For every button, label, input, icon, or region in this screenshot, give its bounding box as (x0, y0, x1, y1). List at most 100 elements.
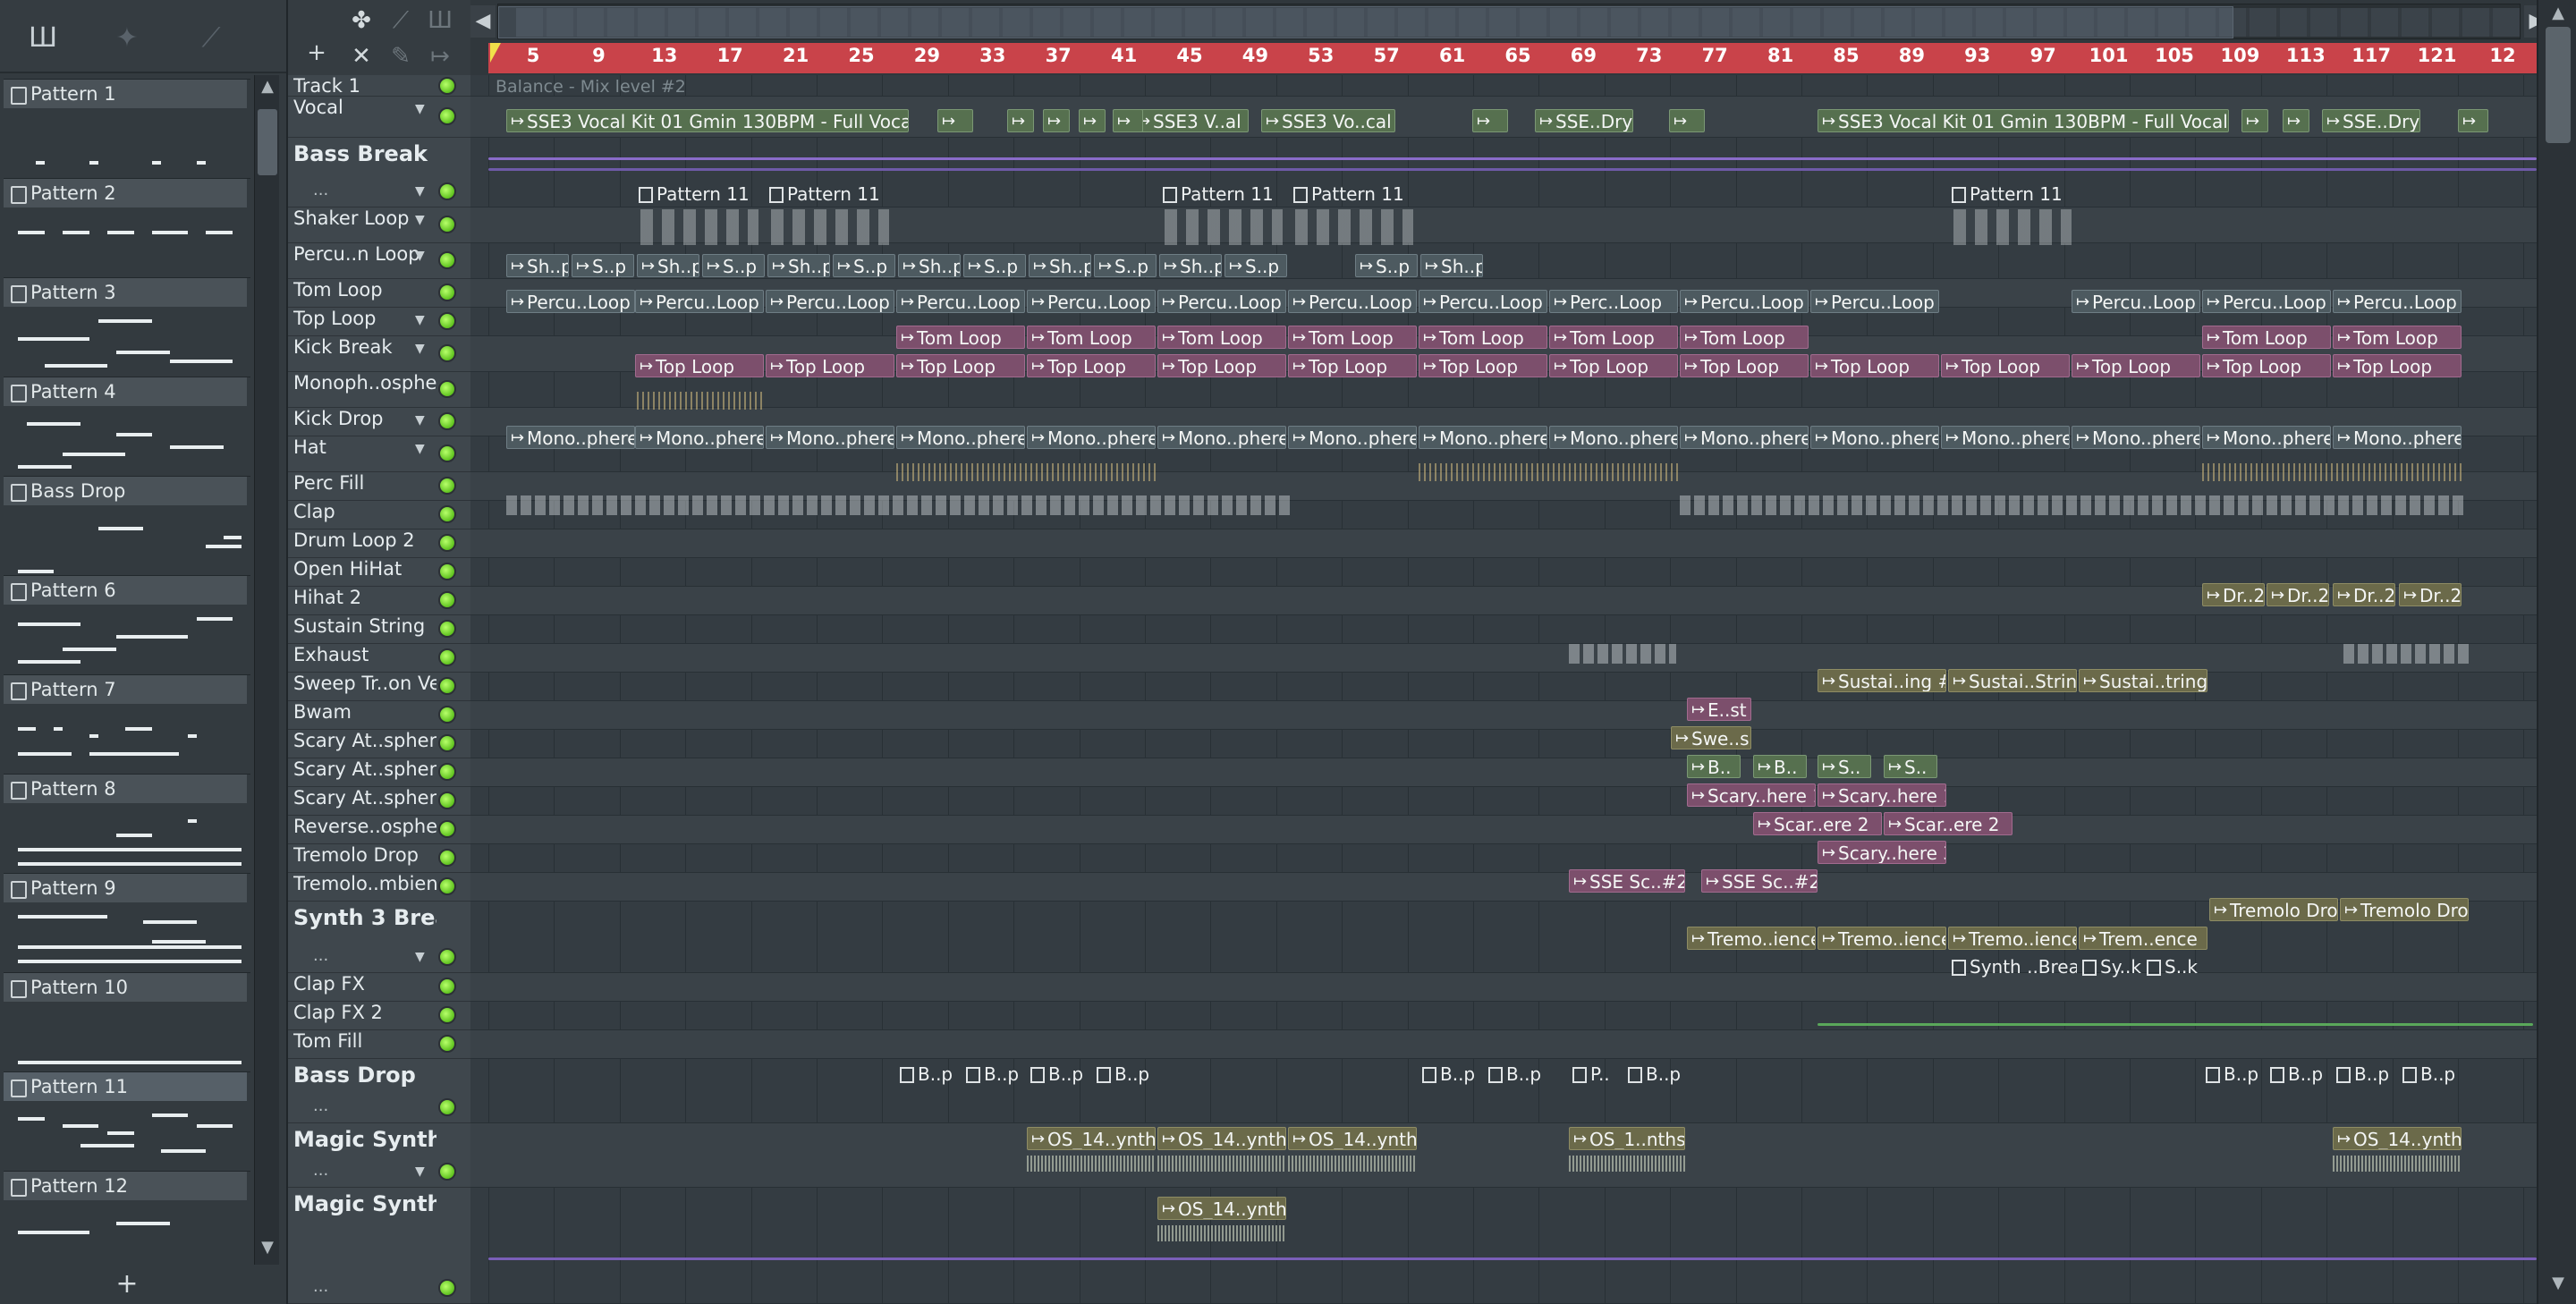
playlist-clip[interactable]: B.. (1687, 755, 1741, 778)
pattern-item[interactable]: Pattern 8 (4, 774, 250, 874)
playlist-clip[interactable]: SSE3 Vocal Kit 01 Gmin 130BPM - Full Voc… (1818, 109, 2229, 132)
playlist-clip[interactable]: S.. (1884, 755, 1937, 778)
track-name[interactable]: Bass Drop (293, 1063, 436, 1088)
mute-led-icon[interactable] (438, 534, 456, 552)
mute-led-icon[interactable] (438, 284, 456, 301)
playlist-clip[interactable]: OS_1..nths (1569, 1127, 1685, 1150)
track-lane[interactable] (470, 644, 2537, 673)
playlist-clip[interactable]: OS_14..ynths (1027, 1127, 1156, 1150)
playlist-clip[interactable]: SSE Sc..#2 (1569, 869, 1685, 893)
playlist-clip[interactable]: Trem..ence (2079, 927, 2207, 950)
mute-led-icon[interactable] (438, 312, 456, 330)
track-header[interactable]: Tremolo Drop (288, 844, 470, 873)
track-lane[interactable] (470, 673, 2537, 701)
track-header[interactable]: Monoph..osphere (288, 372, 470, 408)
bar-number[interactable]: 69 (1571, 45, 1597, 66)
playlist-clip[interactable]: Top Loop (1157, 354, 1286, 377)
playlist-clip[interactable]: Synth ..Break (1948, 955, 2077, 978)
track-header[interactable]: Perc Fill (288, 472, 470, 501)
playlist-clip[interactable]: B..p (1093, 1063, 1157, 1086)
playlist-clip[interactable]: Pattern 11 (1159, 182, 1288, 206)
playlist-clip[interactable]: Sustai..tring (2079, 669, 2207, 692)
mute-led-icon[interactable] (438, 1006, 456, 1024)
playhead-marker-icon[interactable] (490, 43, 501, 63)
playlist-clip[interactable]: Top Loop (2072, 354, 2200, 377)
scroll-down-icon[interactable]: ▼ (255, 1238, 280, 1257)
track-header[interactable]: Magic Synths High... (288, 1188, 470, 1304)
playlist-clip[interactable]: B..p (2202, 1063, 2267, 1086)
mute-led-icon[interactable] (438, 1163, 456, 1181)
track-name[interactable]: Synth 3 Break (293, 905, 436, 930)
track-header[interactable]: Kick Break ▼ (288, 336, 470, 372)
automation-label[interactable]: Balance - Mix level #2 (496, 77, 686, 97)
bar-number[interactable]: 81 (1767, 45, 1793, 66)
mute-led-icon[interactable] (438, 216, 456, 233)
playlist-clip[interactable]: B..p (1419, 1063, 1483, 1086)
mute-led-icon[interactable] (438, 412, 456, 430)
delete-tool-icon[interactable]: ✕ (343, 39, 379, 73)
playlist-clip[interactable]: Percu..Loop (896, 290, 1025, 313)
pattern-name[interactable]: Pattern 11 (4, 1072, 247, 1101)
playlist-clip[interactable] (1007, 109, 1034, 132)
playlist-clip[interactable]: B..p (1027, 1063, 1091, 1086)
pattern-name[interactable]: Pattern 7 (4, 675, 247, 704)
bar-number[interactable]: 49 (1242, 45, 1268, 66)
playlist-clip[interactable]: Scary..here 1 (1687, 783, 1816, 807)
playlist-clip[interactable]: Tom Loop (2333, 326, 2462, 349)
track-more-icon[interactable]: ... (313, 181, 328, 199)
add-track-button[interactable]: + (299, 36, 335, 70)
playlist-clip[interactable]: Tom Loop (1157, 326, 1286, 349)
mute-led-icon[interactable] (438, 792, 456, 809)
mute-led-icon[interactable] (438, 1035, 456, 1053)
track-lane[interactable] (470, 973, 2537, 1002)
track-name[interactable]: Scary At..sphere 2 (293, 758, 436, 780)
playlist-clip[interactable]: Percu..Loop (2202, 290, 2331, 313)
track-lane[interactable] (470, 529, 2537, 558)
playlist-clip[interactable]: Tom Loop (1680, 326, 1809, 349)
track-lane[interactable] (470, 758, 2537, 787)
mute-led-icon[interactable] (438, 182, 456, 200)
playlist-clip[interactable]: Mono..phere (1680, 426, 1809, 449)
playlist-clip[interactable]: Mono..phere (635, 426, 764, 449)
track-lane[interactable] (470, 701, 2537, 730)
playlist-clip[interactable] (2283, 109, 2309, 132)
scroll-thumb[interactable] (2546, 27, 2571, 143)
playlist-clip[interactable]: B..p (896, 1063, 961, 1086)
bar-number[interactable]: 113 (2286, 45, 2326, 66)
snap-icon[interactable]: ↦ (422, 39, 458, 73)
track-name[interactable]: Hihat 2 (293, 587, 436, 608)
track-lane[interactable] (470, 844, 2537, 873)
track-header[interactable]: Reverse..osphere (288, 816, 470, 844)
playlist-clip[interactable]: SSE..Dry (2322, 109, 2420, 132)
mute-led-icon[interactable] (438, 763, 456, 781)
playlist-clip[interactable]: Tom Loop (1027, 326, 1156, 349)
track-name[interactable]: Scary At..sphere 1 (293, 730, 436, 751)
mute-led-icon[interactable] (438, 380, 456, 398)
playlist-clip[interactable]: Sh..p (898, 254, 961, 277)
playlist-clip[interactable]: B.. (1753, 755, 1807, 778)
bar-number[interactable]: 37 (1046, 45, 1072, 66)
track-header[interactable]: Track 1 (288, 75, 470, 97)
track-name[interactable]: Scary At..sphere 3 (293, 787, 436, 809)
playlist-clip[interactable]: Tom Loop (896, 326, 1025, 349)
bar-number[interactable]: 17 (717, 45, 743, 66)
pattern-item[interactable]: Pattern 4 (4, 377, 250, 477)
track-lane[interactable] (470, 730, 2537, 758)
playlist-clip[interactable]: Top Loop (1810, 354, 1939, 377)
playlist-clip[interactable]: Top Loop (1941, 354, 2070, 377)
track-header[interactable]: Top Loop ▼ (288, 308, 470, 336)
bar-number[interactable]: 89 (1899, 45, 1925, 66)
playlist-clip[interactable]: SSE3 V..al Dry (1132, 109, 1249, 132)
bar-number[interactable]: 29 (914, 45, 940, 66)
track-name[interactable]: Magic Synths (293, 1127, 436, 1152)
track-header[interactable]: Vocal ▼ (288, 97, 470, 138)
bar-number[interactable]: 12 (2489, 45, 2515, 66)
dropdown-arrow-icon[interactable]: ▼ (415, 313, 425, 327)
playlist-clip[interactable]: Sh..p (506, 254, 569, 277)
bar-number[interactable]: 57 (1374, 45, 1400, 66)
track-lane[interactable] (470, 1123, 2537, 1188)
track-name[interactable]: Clap FX (293, 973, 436, 995)
playlist-clip[interactable]: S..p (1355, 254, 1418, 277)
track-header[interactable]: Tremolo..mbience (288, 873, 470, 902)
playlist-clip[interactable]: Scar..ere 2 (1753, 812, 1882, 835)
